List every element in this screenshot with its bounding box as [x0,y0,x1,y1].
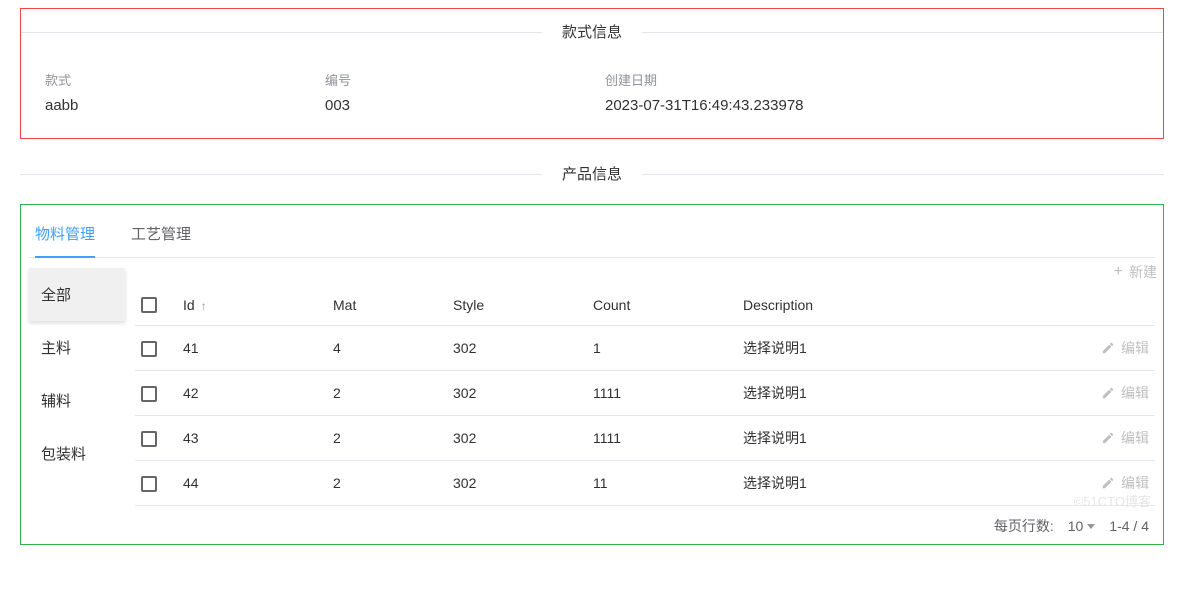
side-tab-main[interactable]: 主料 [29,321,125,374]
cell-id: 43 [177,416,327,461]
edit-button[interactable]: 编辑 [1071,428,1149,448]
cell-description: 选择说明1 [737,326,1065,371]
style-info-row: 款式 aabb 编号 003 创建日期 2023-07-31T16:49:43.… [21,70,1163,114]
style-info-title: 款式信息 [542,24,642,41]
cell-mat: 2 [327,461,447,506]
column-header-edit [1065,286,1155,326]
product-tabs: 物料管理 工艺管理 [29,213,1155,258]
page-range: 1-4 / 4 [1109,518,1149,534]
page-size-label: 每页行数: [994,516,1054,536]
cell-id: 42 [177,371,327,416]
cell-description: 选择说明1 [737,371,1065,416]
page-size-value: 10 [1068,518,1084,534]
table-row: 4143021选择说明1 编辑 [135,326,1155,371]
product-info-panel: 物料管理 工艺管理 全部 主料 辅料 包装料 + 新建 Id ↑ [20,204,1164,545]
cell-mat: 4 [327,326,447,371]
edit-button-label: 编辑 [1121,338,1149,358]
row-checkbox[interactable] [141,386,157,402]
cell-id: 41 [177,326,327,371]
pencil-icon [1101,341,1115,355]
tab-process[interactable]: 工艺管理 [131,213,191,257]
cell-style: 302 [447,371,587,416]
create-button-label: 新建 [1129,262,1157,282]
page-size-select[interactable]: 10 [1068,518,1096,534]
pagination: 每页行数: 10 1-4 / 4 [135,506,1155,538]
field-code: 编号 003 [325,70,605,114]
edit-button[interactable]: 编辑 [1071,473,1149,493]
row-checkbox[interactable] [141,341,157,357]
pencil-icon [1101,476,1115,490]
edit-button-label: 编辑 [1121,383,1149,403]
style-info-divider: 款式信息 [21,21,1163,42]
column-header-mat[interactable]: Mat [327,286,447,326]
side-tab-all[interactable]: 全部 [29,268,125,321]
side-tab-pack[interactable]: 包装料 [29,427,125,480]
cell-count: 11 [587,461,737,506]
column-header-count[interactable]: Count [587,286,737,326]
table-header-row: Id ↑ Mat Style Count Description [135,286,1155,326]
material-table-area: + 新建 Id ↑ Mat Style Count Description [125,268,1155,538]
table-row: 4323021111选择说明1 编辑 [135,416,1155,461]
material-table: Id ↑ Mat Style Count Description 4143021… [135,286,1155,506]
cell-count: 1111 [587,416,737,461]
column-header-id[interactable]: Id ↑ [177,286,327,326]
pencil-icon [1101,386,1115,400]
field-code-label: 编号 [325,70,605,89]
tab-material[interactable]: 物料管理 [35,213,95,258]
material-side-tabs: 全部 主料 辅料 包装料 [29,268,125,538]
field-created-label: 创建日期 [605,70,1139,89]
checkbox-icon [141,297,157,313]
table-row: 4223021111选择说明1 编辑 [135,371,1155,416]
plus-icon: + [1114,264,1123,280]
cell-description: 选择说明1 [737,461,1065,506]
column-header-checkbox[interactable] [135,286,177,326]
row-checkbox[interactable] [141,431,157,447]
cell-description: 选择说明1 [737,416,1065,461]
cell-style: 302 [447,416,587,461]
column-header-id-label: Id [183,297,195,313]
field-code-value: 003 [325,97,605,114]
table-row: 44230211选择说明1 编辑 [135,461,1155,506]
field-style-value: aabb [45,97,325,114]
column-header-style[interactable]: Style [447,286,587,326]
cell-mat: 2 [327,371,447,416]
pencil-icon [1101,431,1115,445]
triangle-down-icon [1087,524,1095,529]
product-content: 全部 主料 辅料 包装料 + 新建 Id ↑ Mat [29,268,1155,538]
cell-style: 302 [447,326,587,371]
field-style: 款式 aabb [45,70,325,114]
cell-count: 1 [587,326,737,371]
sort-asc-icon: ↑ [201,299,207,313]
column-header-description[interactable]: Description [737,286,1065,326]
edit-button-label: 编辑 [1121,473,1149,493]
product-info-title: 产品信息 [542,166,642,183]
field-created-value: 2023-07-31T16:49:43.233978 [605,97,1139,114]
create-button[interactable]: + 新建 [1114,262,1157,282]
field-created: 创建日期 2023-07-31T16:49:43.233978 [605,70,1139,114]
field-style-label: 款式 [45,70,325,89]
edit-button[interactable]: 编辑 [1071,383,1149,403]
cell-count: 1111 [587,371,737,416]
product-info-divider: 产品信息 [20,163,1164,184]
row-checkbox[interactable] [141,476,157,492]
edit-button[interactable]: 编辑 [1071,338,1149,358]
cell-mat: 2 [327,416,447,461]
cell-style: 302 [447,461,587,506]
style-info-panel: 款式信息 款式 aabb 编号 003 创建日期 2023-07-31T16:4… [20,8,1164,139]
cell-id: 44 [177,461,327,506]
side-tab-aux[interactable]: 辅料 [29,374,125,427]
edit-button-label: 编辑 [1121,428,1149,448]
